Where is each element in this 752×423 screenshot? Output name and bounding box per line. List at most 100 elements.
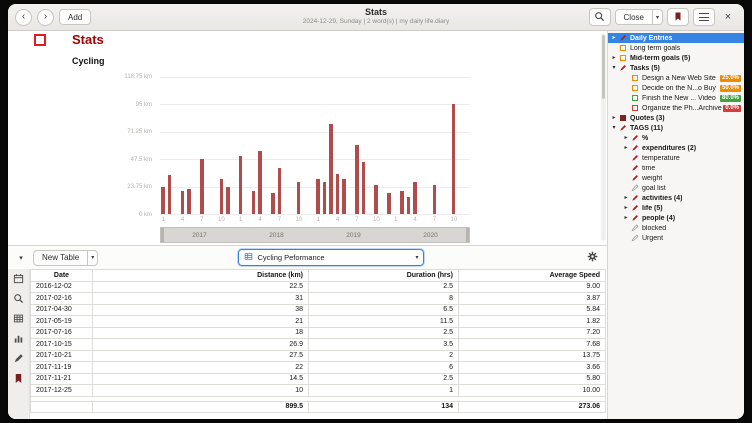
- table-cell[interactable]: 3.5: [309, 339, 459, 351]
- table-cell[interactable]: 3.66: [459, 362, 606, 374]
- add-button[interactable]: Add: [59, 9, 91, 25]
- table-cell[interactable]: 2017-10-21: [31, 350, 93, 362]
- tree-pen-red-icon: [630, 194, 640, 202]
- tree-item-temperature[interactable]: temperature: [608, 153, 744, 163]
- table-cell[interactable]: 1.82: [459, 316, 606, 328]
- expand-arrow-icon[interactable]: ▸: [622, 194, 630, 202]
- table-cell[interactable]: 2017-05-19: [31, 316, 93, 328]
- table-cell[interactable]: 31: [93, 293, 309, 305]
- tree-item-mid-term-goals-5[interactable]: ▸Mid-term goals (5): [608, 53, 744, 63]
- tool-bookmark-button[interactable]: [11, 372, 27, 387]
- table-cell[interactable]: 2017-02-16: [31, 293, 93, 305]
- expand-arrow-icon[interactable]: ▸: [622, 134, 630, 142]
- table-cell[interactable]: 21: [93, 316, 309, 328]
- chart-xtick-label: 10: [373, 217, 380, 223]
- tree-item-design-a-new-web-site[interactable]: Design a New Web Site25.0%: [608, 73, 744, 83]
- tree-item-life-5[interactable]: ▸life (5): [608, 203, 744, 213]
- navigator-left-handle[interactable]: [161, 228, 164, 242]
- table-cell[interactable]: 22.5: [93, 281, 309, 293]
- tree-item-decide-on-the-n-o-buy[interactable]: Decide on the N...o Buy50.0%: [608, 83, 744, 93]
- table-cell[interactable]: 6: [309, 362, 459, 374]
- table-cell[interactable]: 14.5: [93, 373, 309, 385]
- tree-item-weight[interactable]: weight: [608, 173, 744, 183]
- table-settings-button[interactable]: [583, 249, 601, 267]
- tree-item-expenditures-2[interactable]: ▸expenditures (2): [608, 143, 744, 153]
- expand-arrow-icon[interactable]: ▸: [622, 214, 630, 222]
- tree-item-blocked[interactable]: blocked: [608, 223, 744, 233]
- table-cell[interactable]: 7.68: [459, 339, 606, 351]
- tree-item-item[interactable]: ▸%: [608, 133, 744, 143]
- table-cell[interactable]: 2: [309, 350, 459, 362]
- table-cell[interactable]: 11.5: [309, 316, 459, 328]
- tree-item-tasks-5[interactable]: ▾Tasks (5): [608, 63, 744, 73]
- table-cell[interactable]: 8: [309, 293, 459, 305]
- tree-item-urgent[interactable]: Urgent: [608, 233, 744, 243]
- bookmark-button[interactable]: [667, 8, 689, 26]
- table-cell[interactable]: 10.00: [459, 385, 606, 397]
- collapse-arrow-icon[interactable]: ▾: [610, 124, 618, 132]
- tree-item-finish-the-new-video[interactable]: Finish the New ... Video80.0%: [608, 93, 744, 103]
- expand-arrow-icon[interactable]: ▸: [610, 34, 618, 42]
- table-cell[interactable]: 2017-11-19: [31, 362, 93, 374]
- tree-item-quotes-3[interactable]: ▸Quotes (3): [608, 113, 744, 123]
- chart-bar: [187, 189, 191, 214]
- tree-item-long-term-goals[interactable]: Long term goals: [608, 43, 744, 53]
- new-table-button[interactable]: New Table: [33, 250, 88, 266]
- tree-item-people-4[interactable]: ▸people (4): [608, 213, 744, 223]
- table-cell[interactable]: 18: [93, 327, 309, 339]
- table-cell[interactable]: 2017-11-21: [31, 373, 93, 385]
- expand-arrow-icon[interactable]: ▸: [610, 114, 618, 122]
- navigator-right-handle[interactable]: [466, 228, 469, 242]
- table-cell[interactable]: 13.75: [459, 350, 606, 362]
- search-button[interactable]: [589, 8, 611, 26]
- table-cell[interactable]: 2017-07-16: [31, 327, 93, 339]
- table-cell[interactable]: 7.20: [459, 327, 606, 339]
- table-cell[interactable]: 1: [309, 385, 459, 397]
- tree-item-time[interactable]: time: [608, 163, 744, 173]
- new-table-arrow-icon[interactable]: ▾: [88, 250, 98, 266]
- collapse-arrow-icon[interactable]: ▾: [610, 64, 618, 72]
- tool-search-button[interactable]: [11, 292, 27, 307]
- tree-item-tags-11[interactable]: ▾TAGS (11): [608, 123, 744, 133]
- table-cell[interactable]: 3.87: [459, 293, 606, 305]
- close-button[interactable]: Close: [615, 9, 653, 25]
- expand-arrow-icon[interactable]: ▸: [610, 54, 618, 62]
- table-cell[interactable]: 22: [93, 362, 309, 374]
- column-header: Distance (km): [93, 270, 309, 282]
- document-scrollbar-thumb[interactable]: [602, 35, 605, 99]
- table-cell[interactable]: 2.5: [309, 373, 459, 385]
- table-cell[interactable]: 6.5: [309, 304, 459, 316]
- menu-button[interactable]: [693, 8, 715, 26]
- close-menu-arrow-icon[interactable]: ▾: [653, 9, 663, 25]
- tool-table-button[interactable]: [11, 312, 27, 327]
- tree-item-goal-list[interactable]: goal list: [608, 183, 744, 193]
- expand-arrow-icon[interactable]: ▸: [622, 204, 630, 212]
- table-cell[interactable]: 38: [93, 304, 309, 316]
- expand-arrow-icon[interactable]: ▸: [622, 144, 630, 152]
- tree-item-organize-the-ph-archive[interactable]: Organize the Ph...Archive0.0%: [608, 103, 744, 113]
- collapse-editor-button[interactable]: ▾: [14, 251, 28, 265]
- tool-calendar-button[interactable]: [11, 272, 27, 287]
- chart-navigator[interactable]: 2017201820192020: [160, 227, 470, 243]
- table-cell[interactable]: 2017-10-15: [31, 339, 93, 351]
- table-cell[interactable]: 2017-04-30: [31, 304, 93, 316]
- table-cell[interactable]: 5.84: [459, 304, 606, 316]
- window-close-button[interactable]: ×: [719, 8, 737, 26]
- tree-item-activities-4[interactable]: ▸activities (4): [608, 193, 744, 203]
- table-cell[interactable]: 27.5: [93, 350, 309, 362]
- table-cell[interactable]: 26.9: [93, 339, 309, 351]
- forward-button[interactable]: ›: [37, 9, 54, 26]
- tool-chart-button[interactable]: [11, 332, 27, 347]
- table-selector-dropdown[interactable]: Cycling Peformance ▾: [238, 249, 424, 266]
- table-cell[interactable]: 2016-12-02: [31, 281, 93, 293]
- table-cell[interactable]: 5.80: [459, 373, 606, 385]
- tree-item-daily-entries[interactable]: ▸Daily Entries: [608, 33, 744, 43]
- tool-pen-button[interactable]: [11, 352, 27, 367]
- back-button[interactable]: ‹: [15, 9, 32, 26]
- table-cell[interactable]: 2.5: [309, 281, 459, 293]
- table-cell[interactable]: 2017-12-25: [31, 385, 93, 397]
- document-scrollbar[interactable]: [601, 33, 606, 241]
- table-cell[interactable]: 10: [93, 385, 309, 397]
- table-cell[interactable]: 2.5: [309, 327, 459, 339]
- table-cell[interactable]: 9.00: [459, 281, 606, 293]
